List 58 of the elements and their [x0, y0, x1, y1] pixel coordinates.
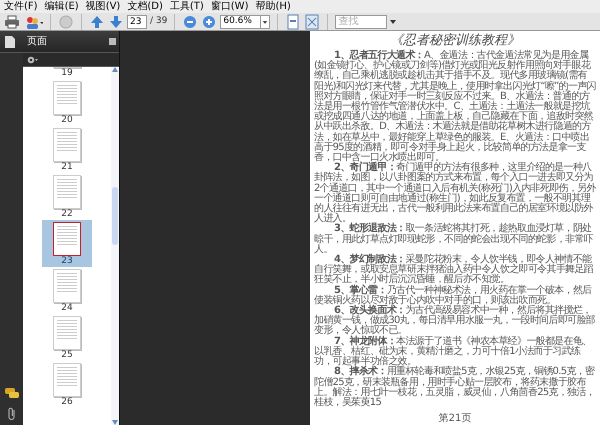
page-thumbnail [53, 222, 81, 256]
page-icon[interactable] [5, 36, 15, 48]
page-thumbnail [53, 316, 81, 350]
fit-page-icon[interactable] [285, 14, 302, 30]
paragraph: 4、梦幻制敌法：采曼陀花粉末，令人饮半钱，即令人神情不能自行笑舞，或取安息草研末拌猪油入药中令人饮之即可令其手舞足蹈狂笑不止，半小时后沉沉昏睡，醒后亦不知觉。 [314, 255, 594, 286]
zoom-dropdown[interactable]: 60.6% [220, 14, 270, 28]
scroll-down-icon[interactable] [112, 420, 118, 425]
page-thumbnail [53, 81, 81, 115]
page-thumbnail [53, 175, 81, 209]
down-arrow-icon[interactable] [108, 14, 124, 30]
page-total: / 39 [150, 14, 168, 28]
caret-icon[interactable] [390, 20, 396, 24]
scrollbar[interactable] [111, 67, 119, 425]
paragraph: 8、摔杀术：用重杯轮毒和喷盐5克，水银25克，铜锈0.5克，密陀僧25克，研末装瓶备用，用时手心贴一层胶布，将药末撒于胶布上。解法：用七叶一枝花，五灵脂，威灵仙，八角茴香25克，独活，桂枝，吴茱萸15 [314, 367, 596, 408]
menu-item[interactable]: 文件(F) [4, 2, 38, 12]
thumbnail-item[interactable]: 25 [42, 314, 92, 361]
paperclip-icon[interactable] [6, 407, 16, 421]
thumbnail-item[interactable]: 22 [42, 173, 92, 220]
thumbnail-item[interactable]: 21 [42, 126, 92, 173]
thumbnail-item[interactable]: 20 [42, 79, 92, 126]
page-label: 22 [61, 209, 73, 220]
menu-item[interactable]: 编辑(E) [44, 2, 79, 12]
menu-item[interactable]: 文档(D) [127, 2, 163, 12]
page-thumbnail [53, 363, 81, 397]
menu-item[interactable]: 工具(T) [170, 2, 204, 12]
paragraph: 6、改头换面术：为古代高级易容术中一种，然后将其拌搅烂，加硝黄一钱，做成30丸，每日清早用水服一丸，一段时间后即可脸部变形，令人惊叹不已。 [314, 306, 596, 336]
zoom-in-icon[interactable] [201, 14, 218, 30]
panel-title: 页面 [27, 35, 47, 49]
thumbnail-item[interactable]: 24 [42, 267, 92, 314]
up-arrow-icon[interactable] [89, 14, 105, 30]
menu-item[interactable]: 视图(V) [86, 2, 120, 12]
zoom-out-icon[interactable] [182, 14, 198, 30]
menu-item[interactable]: 帮助(H) [255, 2, 291, 12]
page-label: 26 [61, 397, 73, 408]
page-label: 25 [61, 350, 73, 361]
search-field[interactable]: 查找 [335, 14, 388, 28]
page-thumbnail [53, 128, 81, 162]
menu-item[interactable]: 窗口(W) [210, 2, 248, 12]
page-label: 20 [61, 115, 73, 126]
full-screen-icon[interactable] [304, 14, 320, 30]
scrollbar-thumb[interactable] [112, 187, 118, 245]
document-title: 《忍者秘密训练教程》 [389, 33, 521, 49]
page-thumbnail [53, 269, 81, 303]
caret-icon[interactable] [260, 16, 270, 28]
page-label: 23 [61, 256, 73, 267]
thumbnail-item[interactable]: 19 [42, 67, 92, 79]
gear-icon[interactable] [27, 56, 39, 64]
printer-icon[interactable] [4, 14, 20, 30]
paragraph: 3、蛇形退敌法：取一条活蛇将其打死，趁热取血浸灯草，阴处晾干，用此灯草点灯即现蛇形，不同的蛇会出现不同的蛇影，非常吓人。 [314, 224, 594, 255]
page-label: 24 [61, 303, 73, 314]
thumbnail-item[interactable]: 26 [42, 361, 92, 408]
page-number-field[interactable]: 23 [127, 14, 147, 28]
page-label: 21 [61, 162, 73, 173]
thumbnail-item[interactable]: 23 [42, 220, 92, 267]
paragraph: 5、掌心雷：乃古代一种神秘术法，用火药在掌一个破本，然后使装铜火药以尽对敌于心内吹中对手的口，则该出吹而死。 [314, 286, 592, 306]
page-footer: 第21页 [314, 413, 596, 424]
comments-icon[interactable] [4, 388, 18, 399]
page-label: 19 [61, 68, 73, 79]
